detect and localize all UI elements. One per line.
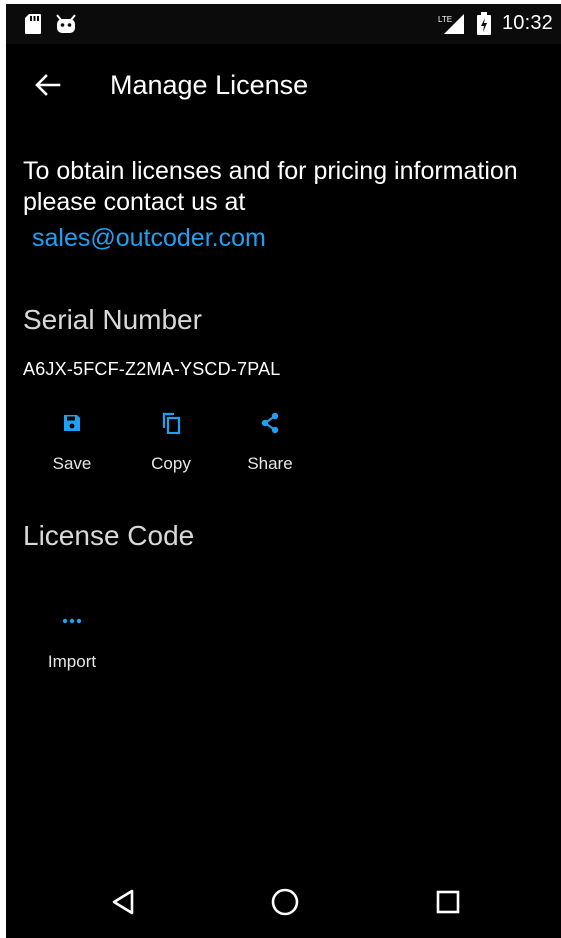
nav-home-icon <box>270 887 300 922</box>
system-nav-bar <box>6 866 561 938</box>
battery-icon <box>476 12 492 41</box>
lte-signal-icon: LTE <box>438 13 466 40</box>
sales-email-link[interactable]: sales@outcoder.com <box>32 224 266 253</box>
back-arrow-icon <box>35 73 61 101</box>
pricing-info-text: To obtain licenses and for pricing infor… <box>23 157 518 216</box>
status-time: 10:32 <box>501 12 553 34</box>
nav-recents-icon <box>435 889 461 920</box>
import-label: Import <box>47 652 97 671</box>
share-label: Share <box>247 454 293 473</box>
nav-back-button[interactable] <box>101 882 145 926</box>
nav-back-icon <box>110 888 136 921</box>
import-button[interactable]: Import <box>32 606 112 672</box>
nav-recents-button[interactable] <box>426 882 470 926</box>
serial-number-heading: Serial Number <box>23 304 202 335</box>
page-title: Manage License <box>110 70 309 100</box>
serial-number-value: A6JX-5FCF-Z2MA-YSCD-7PAL <box>23 359 281 379</box>
status-bar: LTE 10:32 <box>6 4 561 44</box>
save-button[interactable]: Save <box>32 408 112 474</box>
save-label: Save <box>52 454 92 473</box>
copy-button[interactable]: Copy <box>131 408 211 474</box>
more-horizontal-icon <box>32 606 112 636</box>
svg-text:LTE: LTE <box>438 15 452 24</box>
sd-card-icon <box>24 13 42 40</box>
phone-screen: LTE 10:32 Manage License To obtain licen… <box>6 4 561 938</box>
share-button[interactable]: Share <box>230 408 310 474</box>
back-button[interactable] <box>28 67 68 107</box>
copy-label: Copy <box>151 454 191 473</box>
copy-icon <box>131 408 211 438</box>
share-icon <box>230 408 310 438</box>
license-code-heading: License Code <box>23 520 195 551</box>
android-icon <box>55 14 77 39</box>
save-icon <box>32 408 112 438</box>
nav-home-button[interactable] <box>263 882 307 926</box>
app-bar: Manage License <box>6 44 561 126</box>
